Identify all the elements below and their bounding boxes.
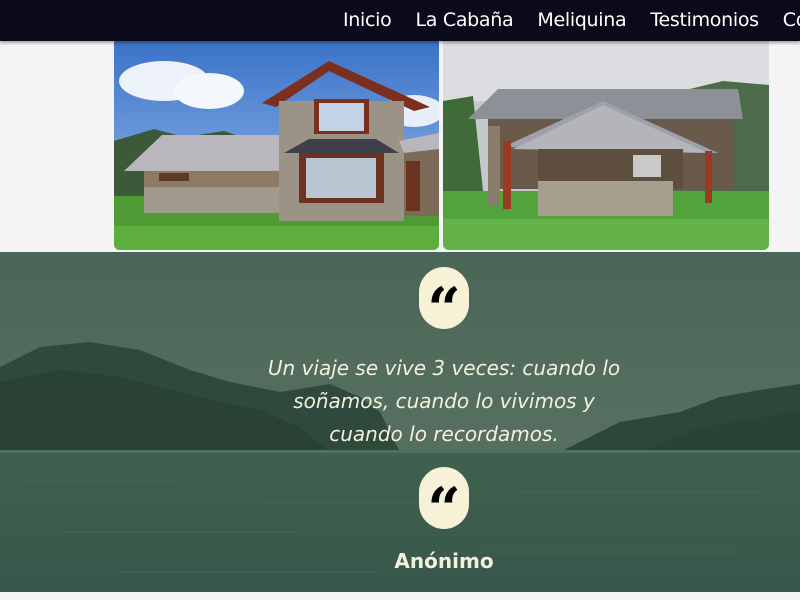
nav-meliquina[interactable]: Meliquina: [537, 0, 626, 41]
testimonial-quote: Un viaje se vive 3 veces: cuando lo soña…: [267, 356, 621, 446]
cabin-photo-side[interactable]: [443, 41, 769, 250]
nav-inicio[interactable]: Inicio: [343, 0, 392, 41]
testimonial-author: Anónimo: [394, 549, 494, 573]
nav-contacto[interactable]: Co: [783, 0, 800, 41]
cabin-photo-front[interactable]: [114, 41, 439, 250]
cabin-gallery: [0, 41, 800, 252]
quote-glyph: “: [427, 475, 461, 543]
testimonial-section: “ Un viaje se vive 3 veces: cuando lo so…: [0, 252, 800, 592]
quote-icon-top: “: [419, 267, 469, 338]
navbar: Inicio La Cabaña Meliquina Testimonios C…: [0, 0, 800, 41]
quote-glyph: “: [427, 275, 461, 343]
quote-icon-bottom: “: [419, 467, 469, 538]
nav-la-cabana[interactable]: La Cabaña: [415, 0, 513, 41]
nav-menu: Inicio La Cabaña Meliquina Testimonios C…: [343, 0, 800, 41]
page-bottom-strip: [0, 592, 800, 600]
nav-testimonios[interactable]: Testimonios: [650, 0, 759, 41]
